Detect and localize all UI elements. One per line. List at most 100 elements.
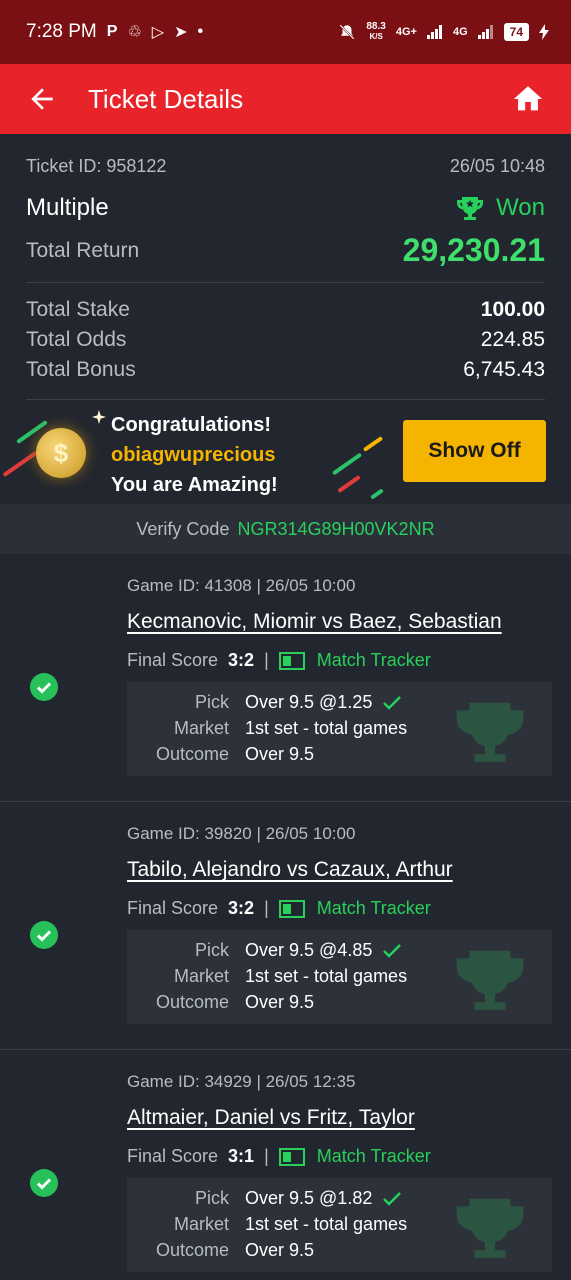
ticket-summary: Ticket ID: 958122 26/05 10:48 Multiple W… [0,134,571,504]
outcome-value: Over 9.5 [245,992,315,1012]
final-score: 3:2 [228,650,255,670]
outcome-label: Outcome [155,1240,229,1260]
market-value: 1st set - total games [245,718,408,738]
bet-type: Multiple [26,194,109,221]
total-stake-row: Total Stake 100.00 [26,298,545,322]
verify-code-row: Verify Code NGR314G89H00VK2NR [0,504,571,554]
confetti-streak [2,450,38,478]
pick-details: Pick Over 9.5 @4.85 Market 1st set - tot… [127,930,552,1024]
game-card: Game ID: 39820 | 26/05 10:00 Tabilo, Ale… [0,802,571,1050]
pick-label: Pick [194,1188,229,1208]
home-icon[interactable] [511,82,545,116]
game-meta: Game ID: 39820 | 26/05 10:00 [127,824,356,843]
page-title: Ticket Details [88,83,244,114]
ticket-id: Ticket ID: 958122 [26,156,167,176]
confetti-streak [331,452,363,476]
market-label: Market [173,1214,229,1234]
total-return-label: Total Return [26,238,140,262]
market-value: 1st set - total games [245,966,408,986]
match-tracker-link[interactable]: Match Tracker [278,650,431,671]
app-bar: Ticket Details [0,64,571,134]
market-label: Market [173,966,229,986]
separator: | [264,1146,269,1166]
match-tracker-label: Match Tracker [316,1146,431,1166]
match-tracker-link[interactable]: Match Tracker [278,1146,431,1167]
signal-icon-2 [477,25,493,39]
match-tracker-label: Match Tracker [316,650,431,670]
final-score-row: Final Score 3:2 | Match Tracker [127,898,431,919]
game-card: Game ID: 41308 | 26/05 10:00 Kecmanovic,… [0,554,571,802]
tick-icon [383,695,402,710]
game-title[interactable]: Tabilo, Alejandro vs Cazaux, Arthur [127,858,453,882]
total-return-value: 29,230.21 [402,232,545,268]
outcome-label: Outcome [155,744,229,764]
pick-label: Pick [194,692,229,712]
match-tracker-label: Match Tracker [316,898,431,918]
back-arrow-icon[interactable] [26,83,58,115]
match-tracker-link[interactable]: Match Tracker [278,898,431,919]
ticket-datetime: 26/05 10:48 [449,156,545,176]
outcome-value: Over 9.5 [245,744,315,764]
congratulations-banner: $ Congratulations! obiagwuprecious You a… [0,400,571,504]
pick-row: Pick Over 9.5 @1.82 [127,1188,552,1209]
notification-icons: P ♲ ▷ ➤ • [107,22,203,42]
network-speed: 88.3 K/S [366,21,386,42]
ticket-header-row: Ticket ID: 958122 26/05 10:48 [26,156,545,177]
confetti-streak [337,474,361,494]
more-notifications-icon: • [197,23,204,40]
pick-value: Over 9.5 @1.25 [245,692,373,712]
show-off-button[interactable]: Show Off [403,420,546,482]
notification-p-icon: P [106,23,118,40]
game-title[interactable]: Altmaier, Daniel vs Fritz, Taylor [127,1106,415,1130]
pick-details: Pick Over 9.5 @1.82 Market 1st set - tot… [127,1178,552,1272]
total-bonus-value: 6,745.43 [463,358,545,381]
pick-label: Pick [194,940,229,960]
total-bonus-row: Total Bonus 6,745.43 [26,358,545,382]
match-tracker-icon [278,899,305,918]
verify-code-value[interactable]: NGR314G89H00VK2NR [237,519,434,540]
network-4g: 4G [452,26,468,38]
total-stake-label: Total Stake [26,298,130,321]
confetti-streak [362,436,384,452]
outcome-value: Over 9.5 [245,1240,315,1260]
pick-details: Pick Over 9.5 @1.25 Market 1st set - tot… [127,682,552,776]
separator: | [264,898,269,918]
total-return-row: Total Return 29,230.21 [26,232,545,269]
outcome-row: Outcome Over 9.5 [127,992,552,1013]
total-odds-row: Total Odds 224.85 [26,328,545,352]
game-meta: Game ID: 41308 | 26/05 10:00 [127,576,356,595]
coin-icon: $ [36,428,86,478]
notification-recycle-icon: ♲ [127,24,142,41]
network-4g-plus: 4G+ [395,26,417,38]
final-score: 3:1 [228,1146,255,1166]
pick-value: Over 9.5 @1.82 [245,1188,373,1208]
mute-bell-icon [339,24,355,40]
final-score: 3:2 [228,898,255,918]
game-card: Game ID: 34929 | 26/05 12:35 Altmaier, D… [0,1050,571,1280]
sparkle-icon [92,410,106,424]
check-circle-icon [30,1169,58,1197]
notification-play-icon: ▷ [151,24,165,41]
pick-row: Pick Over 9.5 @1.25 [127,692,552,713]
outcome-label: Outcome [155,992,229,1012]
signal-icon [426,25,442,39]
final-score-label: Final Score [127,650,219,670]
congrats-message: You are Amazing! [111,474,278,496]
outcome-row: Outcome Over 9.5 [127,744,552,765]
final-score-row: Final Score 3:1 | Match Tracker [127,1146,431,1167]
check-circle-icon [30,673,58,701]
market-value: 1st set - total games [245,1214,408,1234]
congrats-username: obiagwuprecious [111,444,276,466]
telegram-icon: ➤ [174,24,188,41]
verify-code-label: Verify Code [136,518,230,539]
market-label: Market [173,718,229,738]
congrats-heading: Congratulations! [111,414,271,436]
confetti-streak [370,488,384,500]
status-won-label: Won [496,194,545,221]
ticket-status: Won [456,194,545,222]
game-meta: Game ID: 34929 | 26/05 12:35 [127,1072,356,1091]
game-title[interactable]: Kecmanovic, Miomir vs Baez, Sebastian [127,610,502,634]
market-row: Market 1st set - total games [127,966,552,987]
congratulations-text: Congratulations! obiagwuprecious You are… [111,410,278,500]
pick-value: Over 9.5 @4.85 [245,940,373,960]
